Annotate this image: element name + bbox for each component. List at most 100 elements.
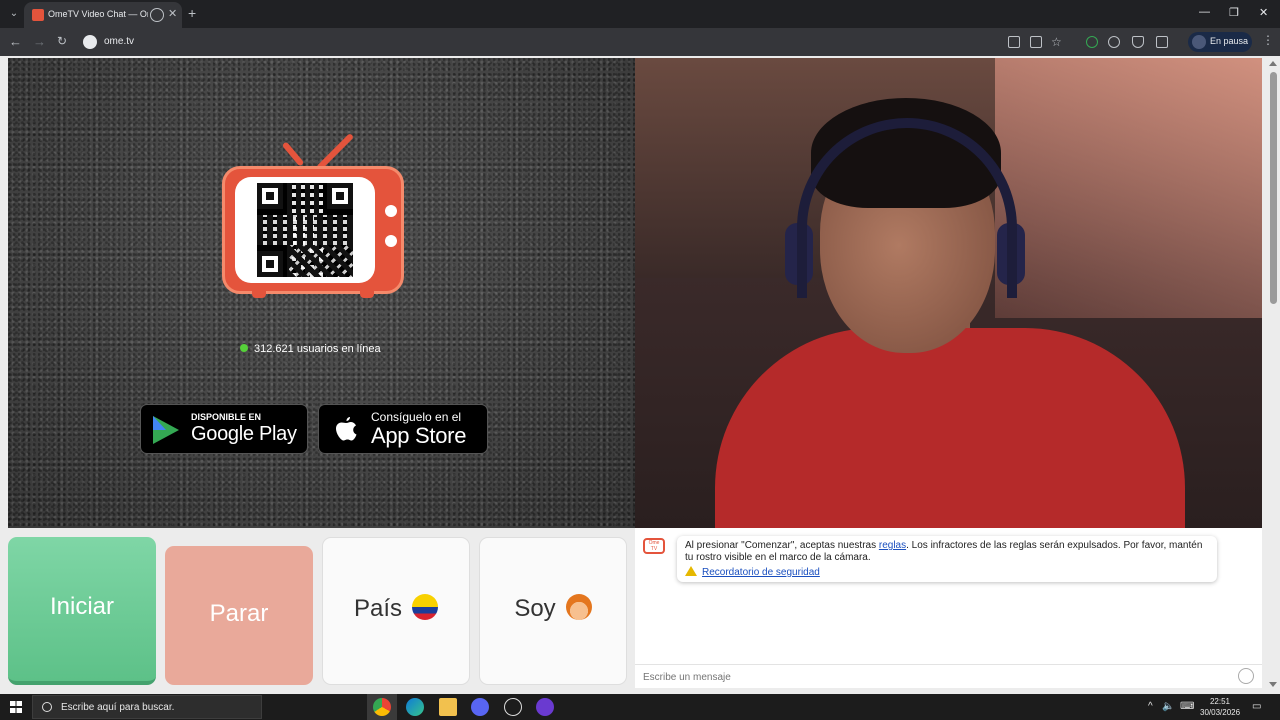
gender-selector[interactable]: Soy (479, 537, 627, 685)
ometv-favicon-icon (32, 9, 44, 21)
start-button-label: Iniciar (49, 593, 115, 620)
avatar (1192, 35, 1206, 49)
qr-finder (257, 251, 283, 277)
app-circle-icon[interactable] (504, 698, 522, 716)
qr-code-icon (257, 183, 353, 277)
ometv-qr-logo (222, 132, 404, 298)
site-info-icon[interactable] (83, 35, 97, 49)
search-icon (42, 702, 52, 712)
online-users-count: 312.621 usuarios en línea (240, 343, 381, 355)
browser-tab[interactable]: OmeTV Video Chat — Ome... ✕ (24, 2, 182, 28)
safety-reminder: Recordatorio de seguridad (685, 566, 820, 579)
profile-button[interactable]: En pausa (1188, 32, 1252, 52)
google-play-icon-accent (153, 416, 166, 430)
online-users-text: 312.621 usuarios en línea (254, 343, 381, 355)
keyboard-icon[interactable]: ⌨ (1180, 701, 1194, 712)
browser-tab-bar: ⌄ OmeTV Video Chat — Ome... ✕ + — ❐ ✕ (0, 0, 1280, 28)
tv-knob (385, 205, 397, 217)
tv-knob (385, 235, 397, 247)
clock-time: 22:51 (1209, 697, 1231, 706)
minimize-button[interactable]: — (1199, 6, 1210, 18)
rules-notice: Al presionar "Comenzar", aceptas nuestra… (677, 536, 1217, 582)
boy-emoji-icon (565, 594, 592, 620)
close-window-button[interactable]: ✕ (1259, 6, 1268, 19)
clock-date: 30/03/2026 (1200, 708, 1241, 717)
edge-icon[interactable] (406, 698, 424, 716)
app-store-caption: Consíguelo en el (371, 410, 462, 424)
file-explorer-icon[interactable] (439, 698, 457, 716)
stop-button[interactable]: Parar (165, 546, 313, 685)
bookmark-star-icon[interactable]: ☆ (1051, 35, 1062, 49)
new-tab-button[interactable]: + (188, 5, 196, 21)
stop-button-label: Parar (209, 600, 269, 627)
extension-green-icon[interactable] (1086, 36, 1098, 48)
app-store-button[interactable]: Consíguelo en el App Store (318, 404, 488, 454)
taskbar-clock[interactable]: 22:51 30/03/2026 (1200, 696, 1240, 718)
emoji-icon[interactable] (1238, 668, 1254, 684)
browser-menu-icon[interactable]: ⋮ (1262, 33, 1274, 47)
tv-screen (235, 177, 375, 283)
reload-button[interactable]: ↻ (57, 34, 67, 48)
online-status-dot (240, 344, 248, 352)
google-play-button[interactable]: DISPONIBLE EN Google Play (140, 404, 308, 454)
ecuador-flag-icon (412, 594, 439, 620)
tv-leg (360, 290, 374, 298)
tab-audio-icon[interactable] (150, 8, 164, 22)
country-selector-label: País (323, 594, 469, 623)
google-play-label: Google Play (191, 423, 297, 445)
shield-icon[interactable] (1132, 36, 1144, 48)
extensions-puzzle-icon[interactable] (1156, 36, 1168, 48)
forward-button[interactable]: → (33, 34, 46, 49)
video-person-shirt (715, 328, 1185, 528)
tab-title: OmeTV Video Chat — Ome... (48, 9, 148, 19)
page-scrollbar[interactable] (1266, 56, 1280, 694)
warning-icon (685, 566, 697, 576)
notice-text-start: Al presionar "Comenzar", aceptas nuestra… (685, 540, 879, 551)
rules-link[interactable]: reglas (879, 540, 906, 551)
tray-chevron-icon[interactable]: ^ (1148, 701, 1153, 712)
google-play-caption: DISPONIBLE EN (191, 412, 262, 422)
scroll-thumb[interactable] (1270, 72, 1277, 304)
app-store-label: App Store (371, 423, 467, 448)
qr-pattern (257, 215, 353, 245)
notifications-icon[interactable]: ▭ (1252, 701, 1261, 712)
apple-icon (336, 417, 357, 441)
chat-panel: Ome TV Al presionar "Comenzar", aceptas … (635, 528, 1262, 688)
tab-close-icon[interactable]: ✕ (168, 7, 177, 20)
remote-video (635, 58, 1262, 528)
gender-label-text: Soy (514, 595, 556, 622)
tab-search-button[interactable]: ⌄ (6, 6, 22, 22)
gender-selector-label: Soy (480, 594, 626, 623)
url-text: ome.tv (104, 36, 135, 47)
windows-start-icon[interactable] (10, 701, 22, 713)
qr-finder (257, 183, 283, 209)
tv-leg (252, 290, 266, 298)
install-app-icon[interactable] (1030, 36, 1042, 48)
ometv-page: 312.621 usuarios en línea DISPONIBLE EN … (0, 56, 1280, 694)
safety-reminder-link[interactable]: Recordatorio de seguridad (702, 567, 820, 578)
address-bar[interactable]: ome.tv (78, 31, 998, 53)
taskbar-search[interactable]: Escribe aquí para buscar. (32, 695, 262, 719)
qr-pattern (289, 245, 353, 277)
ometv-chat-logo-icon: Ome TV (643, 538, 665, 554)
app-purple-icon[interactable] (536, 698, 554, 716)
volume-icon[interactable]: 🔈 (1162, 701, 1174, 712)
message-input[interactable] (643, 669, 1223, 685)
chrome-icon[interactable] (373, 698, 391, 716)
translate-icon[interactable] (1008, 36, 1020, 48)
country-label-text: País (353, 595, 403, 622)
back-button[interactable]: ← (9, 34, 22, 49)
extension-circle-icon[interactable] (1108, 36, 1120, 48)
tv-body (222, 166, 404, 294)
scroll-down-arrow[interactable] (1269, 682, 1277, 687)
country-selector[interactable]: País (322, 537, 470, 685)
discord-icon[interactable] (471, 698, 489, 716)
taskbar-search-placeholder: Escribe aquí para buscar. (61, 702, 175, 713)
tv-antenna-left (281, 141, 305, 167)
qr-finder (327, 183, 353, 209)
video-curtain (995, 58, 1262, 318)
windows-taskbar: Escribe aquí para buscar. ^ 🔈 ⌨ 22:51 30… (0, 694, 1280, 720)
scroll-up-arrow[interactable] (1269, 61, 1277, 66)
start-button[interactable]: Iniciar (8, 537, 156, 685)
restore-button[interactable]: ❐ (1229, 6, 1239, 19)
